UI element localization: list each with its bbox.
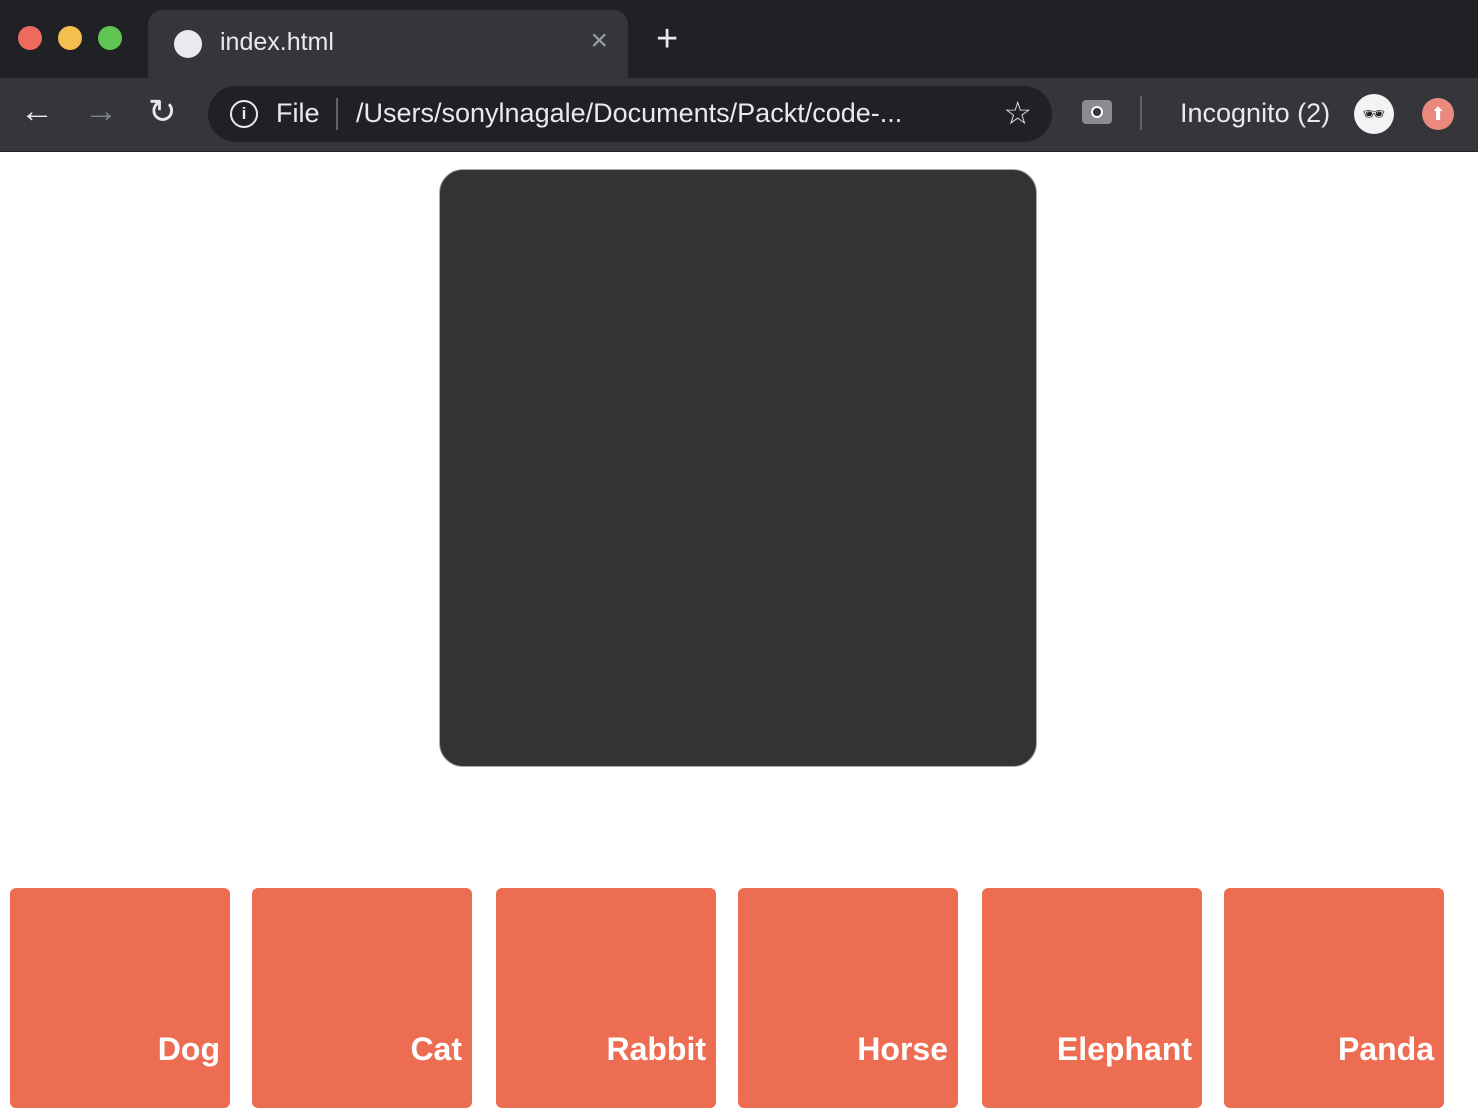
close-window-button[interactable] bbox=[18, 26, 42, 50]
card-cat[interactable]: Cat bbox=[252, 888, 472, 1108]
card-panda[interactable]: Panda bbox=[1224, 888, 1444, 1108]
card-label: Rabbit bbox=[606, 1031, 706, 1067]
card-label: Cat bbox=[410, 1031, 462, 1067]
tab-bar: index.html × + bbox=[0, 0, 1478, 78]
tab-close-icon[interactable]: × bbox=[590, 24, 608, 58]
card-elephant[interactable]: Elephant bbox=[982, 888, 1202, 1108]
card-label: Dog bbox=[157, 1031, 220, 1067]
bookmark-star-icon[interactable]: ☆ bbox=[1003, 94, 1032, 132]
tab-index[interactable]: index.html × bbox=[148, 10, 628, 78]
card-rabbit[interactable]: Rabbit bbox=[496, 888, 716, 1108]
camera-icon[interactable] bbox=[1082, 100, 1112, 124]
minimize-window-button[interactable] bbox=[58, 26, 82, 50]
card-dog[interactable]: Dog bbox=[10, 888, 230, 1108]
reload-button[interactable]: ↻ bbox=[148, 92, 177, 132]
incognito-label[interactable]: Incognito (2) bbox=[1180, 98, 1330, 129]
tab-title: index.html bbox=[220, 28, 334, 56]
toolbar: ← → ↻ i File /Users/sonylnagale/Document… bbox=[0, 78, 1478, 152]
address-bar[interactable]: i File /Users/sonylnagale/Documents/Pack… bbox=[208, 86, 1052, 142]
divider bbox=[336, 98, 338, 130]
card-label: Elephant bbox=[1056, 1031, 1192, 1067]
forward-button[interactable]: → bbox=[84, 92, 118, 131]
divider bbox=[1140, 96, 1142, 130]
back-button[interactable]: ← bbox=[20, 92, 54, 131]
card-label: Panda bbox=[1337, 1031, 1434, 1067]
display-stage bbox=[439, 169, 1037, 767]
update-icon[interactable]: ⬆ bbox=[1422, 98, 1454, 130]
card-label: Horse bbox=[857, 1031, 948, 1067]
card-horse[interactable]: Horse bbox=[738, 888, 958, 1108]
url-text[interactable]: /Users/sonylnagale/Documents/Packt/code-… bbox=[356, 98, 902, 129]
new-tab-button[interactable]: + bbox=[656, 20, 678, 58]
maximize-window-button[interactable] bbox=[98, 26, 122, 50]
scheme-label: File bbox=[276, 98, 320, 128]
incognito-icon[interactable]: 🕶 bbox=[1354, 94, 1394, 134]
globe-icon bbox=[174, 30, 202, 58]
info-icon[interactable]: i bbox=[230, 100, 258, 128]
